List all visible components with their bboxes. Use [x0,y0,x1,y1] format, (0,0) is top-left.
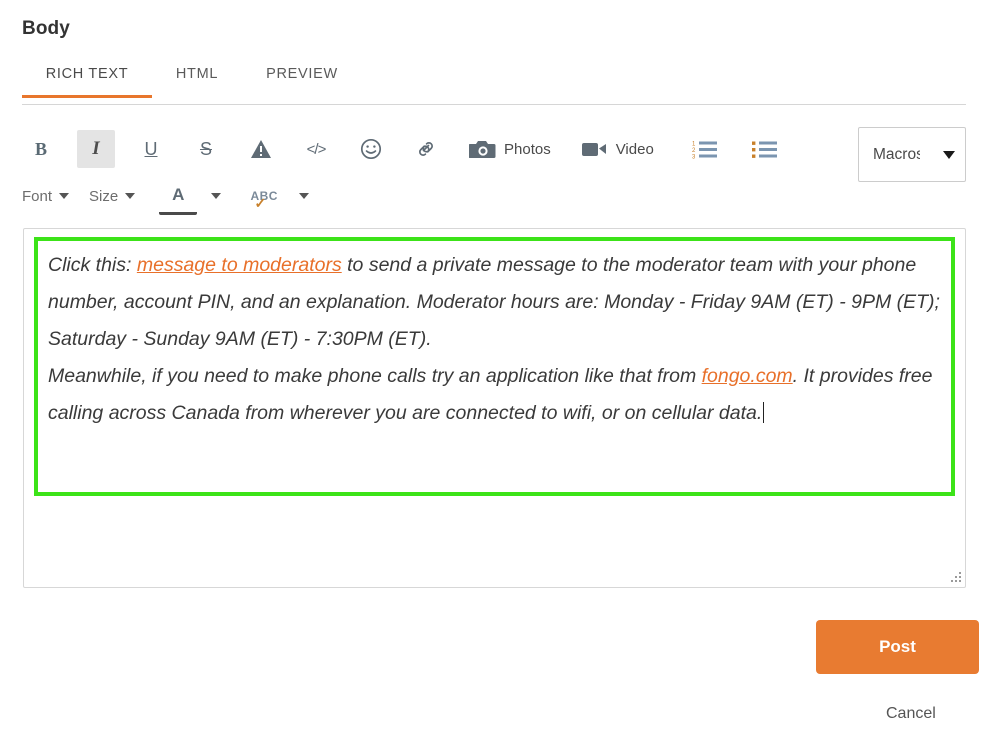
bullet-list-icon [751,141,777,158]
editor-content[interactable]: Click this: message to moderators to sen… [48,247,941,432]
editor-tabbar: RICH TEXT HTML PREVIEW [22,66,966,105]
toolbar-row-secondary: Font Size A ABC ✓ [22,174,966,218]
italic-button[interactable]: I [77,130,115,168]
video-camera-icon [581,143,606,156]
macros-selected-value: Macros [873,145,920,163]
camera-icon [469,141,496,158]
checkmark-icon: ✓ [254,195,267,211]
font-size-dropdown[interactable]: Size [89,180,136,212]
warning-triangle-icon [251,140,271,158]
svg-text:1: 1 [692,142,696,148]
text-cursor [763,402,765,423]
editor-paragraph-2: Meanwhile, if you need to make phone cal… [48,358,941,432]
chevron-down-icon [211,193,222,199]
chevron-down-icon [943,150,955,159]
bold-button[interactable]: B [22,130,60,168]
fongo-com-link[interactable]: fongo.com [702,365,793,387]
font-family-label: Font [22,187,53,205]
smiley-icon [360,138,382,160]
tab-rich-text[interactable]: RICH TEXT [22,66,152,98]
page-title: Body [22,18,70,39]
link-button[interactable] [407,130,445,168]
font-size-label: Size [89,187,119,205]
paragraph-2-lead: Meanwhile, if you need to make phone cal… [48,365,702,387]
rich-text-editor[interactable]: Click this: message to moderators to sen… [23,228,966,588]
font-family-dropdown[interactable]: Font [22,180,70,212]
message-to-moderators-link[interactable]: message to moderators [137,254,342,276]
toolbar-row-primary: B I U S </> Photos Video 1 2 3 Macros [22,124,966,182]
numbered-list-icon: 1 2 3 [692,141,717,160]
svg-text:3: 3 [692,155,696,160]
link-icon [419,142,433,156]
underline-button[interactable]: U [132,130,170,168]
tab-preview[interactable]: PREVIEW [242,66,362,96]
photos-label: Photos [504,140,551,158]
editor-paragraph-1: Click this: message to moderators to sen… [48,247,941,358]
chevron-down-icon [299,193,310,199]
video-button[interactable]: Video [579,130,656,168]
paragraph-1-lead: Click this: [48,254,137,276]
editor-toolbar: B I U S </> Photos Video 1 2 3 Macros Fo… [22,124,966,218]
strikethrough-button[interactable]: S [187,130,225,168]
code-button[interactable]: </> [297,130,335,168]
chevron-down-icon [125,193,136,199]
emoji-button[interactable] [352,130,390,168]
cancel-link[interactable]: Cancel [886,705,936,723]
tab-html[interactable]: HTML [158,66,236,96]
spellcheck-dropdown[interactable] [299,180,310,212]
svg-text:2: 2 [692,148,696,154]
bullet-list-button[interactable] [746,130,784,168]
text-color-button[interactable]: A [159,177,198,215]
spoiler-warning-button[interactable] [242,130,280,168]
photos-button[interactable]: Photos [467,130,553,168]
text-color-dropdown[interactable] [211,180,222,212]
numbered-list-button[interactable]: 1 2 3 [686,130,724,168]
spellcheck-button[interactable]: ABC ✓ [245,177,283,215]
chevron-down-icon [59,193,70,199]
video-label: Video [615,140,654,158]
spellcheck-abc-icon: ABC ✓ [250,190,278,210]
resize-handle[interactable] [949,571,962,584]
editor-selection-highlight[interactable]: Click this: message to moderators to sen… [34,237,955,496]
post-button[interactable]: Post [816,620,979,674]
